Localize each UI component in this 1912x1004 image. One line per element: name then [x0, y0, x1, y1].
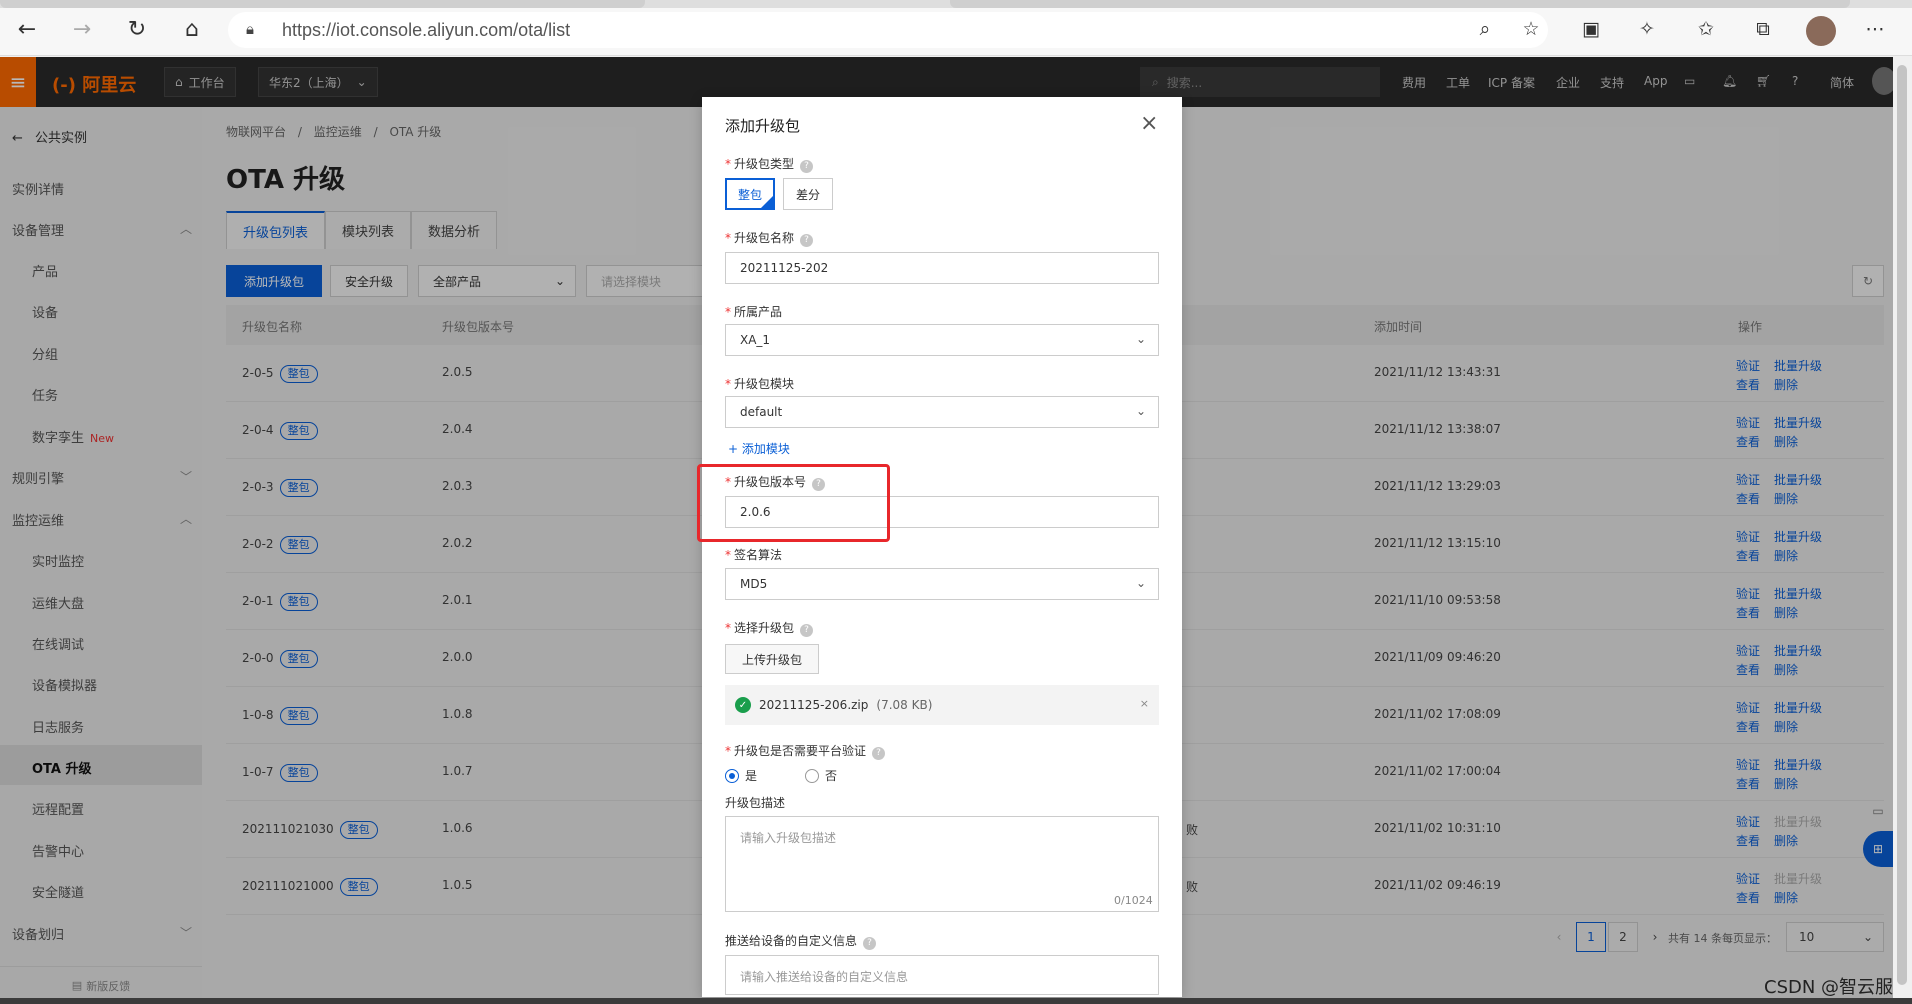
select-package-label: * 选择升级包? — [725, 619, 814, 637]
browser-toolbar: ← → ↻ ⌂ 🔒︎ https://iot.console.aliyun.co… — [0, 0, 1912, 56]
chevron-down-icon: ⌄ — [1135, 576, 1146, 590]
module-dropdown[interactable]: default ⌄ — [725, 396, 1159, 428]
favorite-add-icon[interactable]: ☆ — [1518, 16, 1544, 42]
back-icon[interactable]: ← — [12, 14, 42, 44]
scroll-thumb[interactable] — [1897, 65, 1907, 985]
chevron-down-icon: ⌄ — [1135, 404, 1146, 418]
selected-corner-icon — [761, 196, 773, 208]
file-name: 20211125-206.zip — [759, 698, 869, 712]
help-icon[interactable]: ? — [800, 624, 814, 637]
add-package-dialog: 添加升级包 × * 升级包类型? 整包 差分 * 升级包名称? 20211125-2… — [702, 97, 1182, 997]
favorites-icon[interactable]: ✩ — [1693, 16, 1719, 42]
custom-info-input[interactable]: 请输入推送给设备的自定义信息 — [725, 955, 1159, 995]
desc-label: 升级包描述 — [725, 796, 786, 810]
custom-info-label: 推送给设备的自定义信息? — [725, 932, 877, 950]
dialog-title: 添加升级包 — [725, 117, 801, 135]
taskbar-edge — [0, 998, 1912, 1004]
extension-icon[interactable]: ▣ — [1578, 16, 1604, 42]
version-highlight-box — [697, 464, 890, 542]
browser-tab[interactable] — [0, 0, 645, 8]
verify-yes-label: 是 — [745, 769, 758, 783]
help-icon[interactable]: ? — [800, 234, 814, 247]
verify-yes-radio[interactable]: 是 — [725, 767, 757, 784]
profile-avatar[interactable] — [1806, 16, 1836, 46]
sign-value: MD5 — [740, 577, 768, 591]
type-label: * 升级包类型? — [725, 155, 814, 173]
forward-icon[interactable]: → — [67, 14, 97, 44]
sign-label-text: 签名算法 — [734, 548, 783, 562]
product-label-text: 所属产品 — [734, 305, 783, 319]
help-icon[interactable]: ? — [800, 160, 814, 173]
reload-icon[interactable]: ↻ — [122, 14, 152, 44]
type-full-option[interactable]: 整包 — [725, 178, 775, 210]
module-label-text: 升级包模块 — [734, 377, 795, 391]
verify-no-radio[interactable]: 否 — [805, 767, 837, 784]
select-package-label-text: 选择升级包 — [734, 621, 795, 635]
zoom-icon[interactable]: ⌕ — [1472, 16, 1498, 42]
file-size: (7.08 KB) — [876, 698, 933, 712]
radio-unchecked-icon — [805, 768, 819, 783]
chevron-down-icon: ⌄ — [1135, 332, 1146, 346]
type-label-text: 升级包类型 — [734, 157, 795, 171]
upload-button[interactable]: 上传升级包 — [725, 644, 819, 674]
help-icon[interactable]: ? — [872, 747, 886, 760]
verify-label: * 升级包是否需要平台验证? — [725, 742, 886, 760]
product-label: * 所属产品 — [725, 305, 783, 319]
verify-no-label: 否 — [825, 769, 838, 783]
url-text[interactable]: https://iot.console.aliyun.com/ota/list — [282, 20, 570, 41]
browser-tab-strip — [0, 0, 1912, 8]
help-icon[interactable]: ? — [863, 937, 877, 950]
product-value: XA_1 — [740, 333, 771, 347]
module-value: default — [740, 405, 783, 419]
page-scrollbar[interactable] — [1893, 57, 1912, 1004]
remove-file-icon[interactable]: × — [1140, 697, 1149, 710]
collections-icon[interactable]: ⧉ — [1750, 16, 1776, 42]
custom-info-label-text: 推送给设备的自定义信息 — [725, 934, 858, 948]
sign-label: * 签名算法 — [725, 548, 783, 562]
module-label: * 升级包模块 — [725, 377, 795, 391]
puzzle-icon[interactable]: ✧ — [1634, 16, 1660, 42]
watermark: CSDN @智云服 — [1764, 977, 1894, 998]
check-circle-icon: ✓ — [735, 697, 751, 713]
description-textarea[interactable]: 请输入升级包描述 — [725, 816, 1159, 912]
type-full-label: 整包 — [737, 187, 762, 202]
verify-label-text: 升级包是否需要平台验证 — [734, 744, 867, 758]
browser-tab[interactable] — [950, 0, 1850, 8]
lock-icon[interactable]: 🔒︎ — [246, 20, 254, 38]
type-diff-option[interactable]: 差分 — [783, 178, 833, 210]
close-icon[interactable]: × — [1140, 111, 1158, 136]
radio-checked-icon — [725, 768, 739, 783]
package-name-input[interactable]: 20211125-202 — [725, 252, 1159, 284]
sign-dropdown[interactable]: MD5 ⌄ — [725, 568, 1159, 600]
name-label-text: 升级包名称 — [734, 231, 795, 245]
more-icon[interactable]: ⋯ — [1862, 16, 1888, 42]
desc-counter: 0/1024 — [1114, 894, 1153, 907]
product-dropdown[interactable]: XA_1 ⌄ — [725, 324, 1159, 356]
add-module-link[interactable]: + 添加模块 — [728, 440, 790, 457]
name-label: * 升级包名称? — [725, 229, 814, 247]
uploaded-file: ✓ 20211125-206.zip (7.08 KB) × — [725, 685, 1159, 725]
home-icon[interactable]: ⌂ — [177, 14, 207, 44]
